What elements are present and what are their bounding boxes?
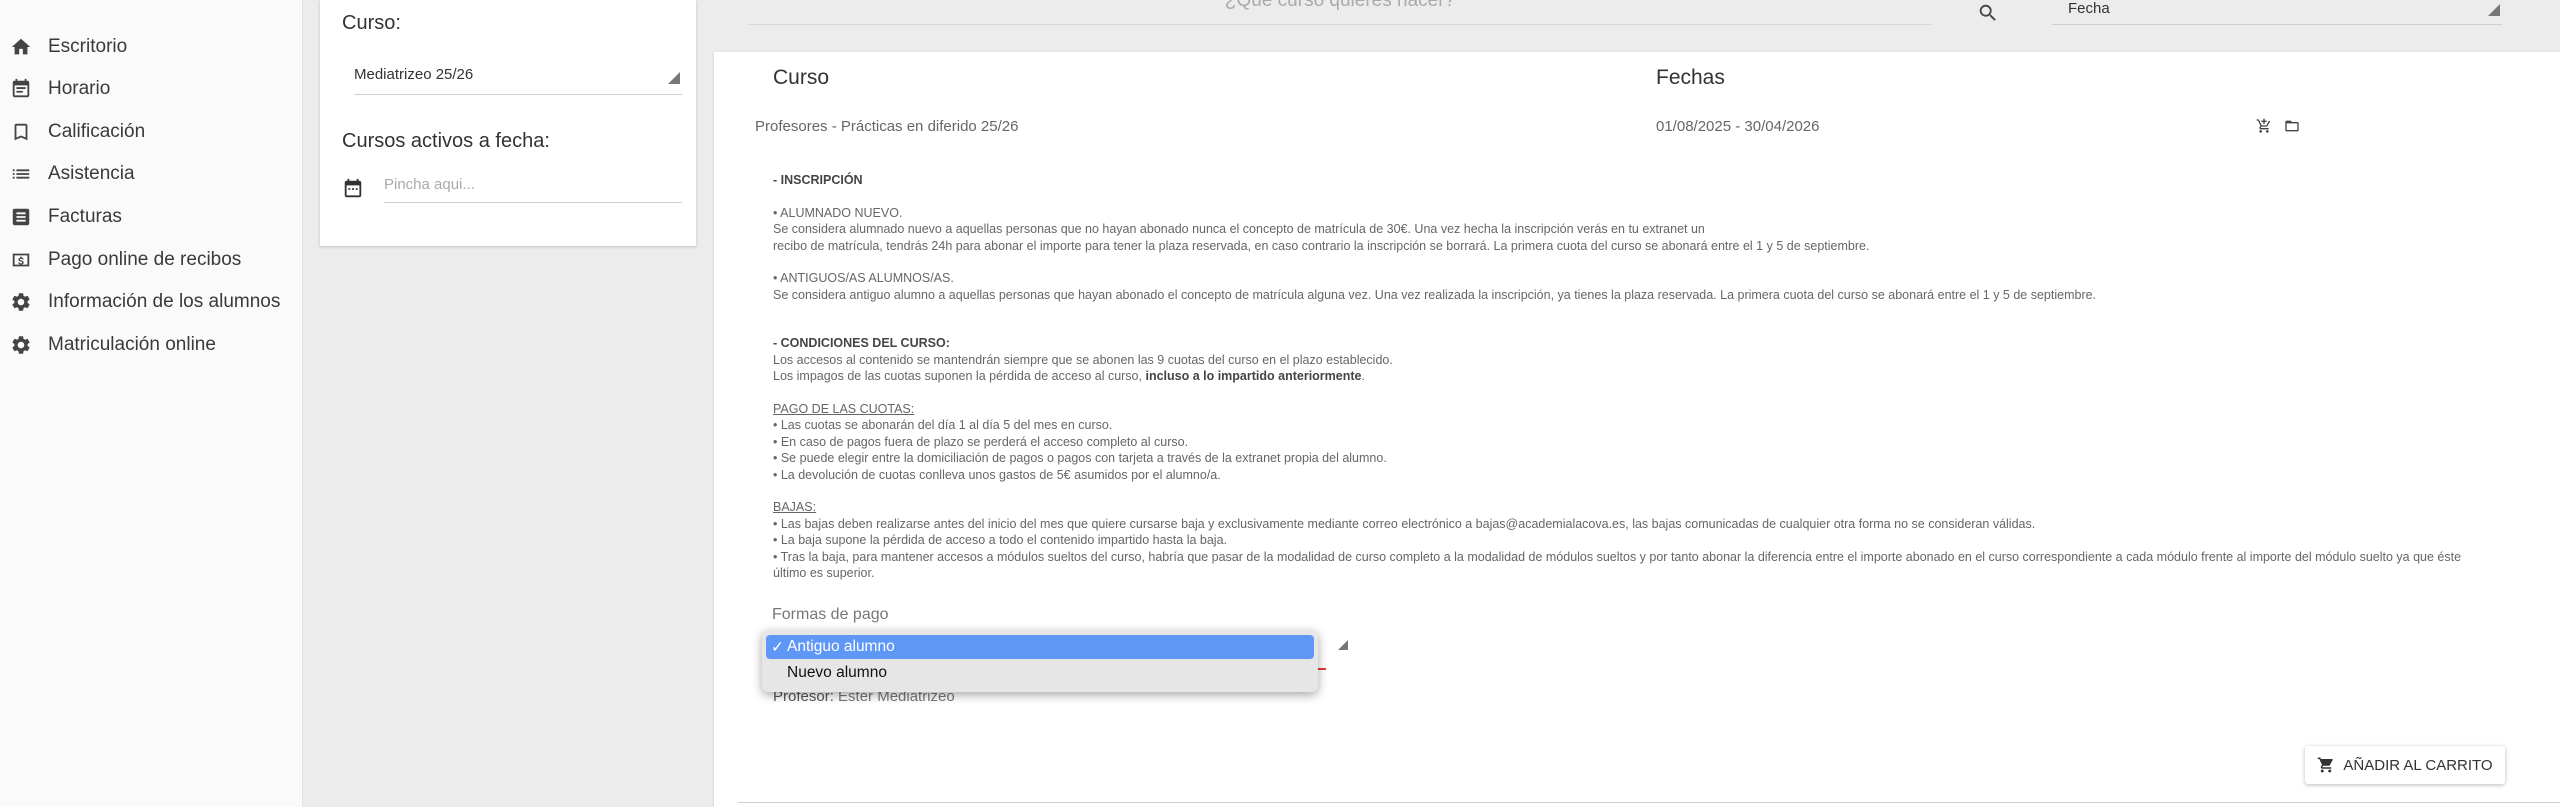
sidebar-item-label: Calificación bbox=[48, 121, 146, 142]
cart-icon bbox=[2318, 757, 2334, 773]
sidebar-item-pago-online[interactable]: Pago online de recibos bbox=[10, 245, 241, 275]
search-placeholder: ¿Qué curso quieres hacer? bbox=[1224, 0, 1456, 11]
sidebar-item-label: Pago online de recibos bbox=[48, 249, 242, 270]
pago-text-4: • La devolución de cuotas conlleva unos … bbox=[773, 467, 1221, 482]
search-input[interactable]: ¿Qué curso quieres hacer? bbox=[748, 0, 1932, 25]
condiciones-text-2: Los impagos de las cuotas suponen la pér… bbox=[773, 369, 1365, 383]
sidebar-item-label: Información de los alumnos bbox=[48, 291, 281, 312]
condiciones-title: - CONDICIONES DEL CURSO: bbox=[773, 336, 950, 350]
sidebar-item-label: Matriculación online bbox=[48, 334, 216, 355]
nuevo-title: • ALUMNADO NUEVO. bbox=[773, 205, 903, 220]
sidebar: Escritorio Horario Calificación Asistenc… bbox=[0, 0, 303, 807]
sidebar-item-calificacion[interactable]: Calificación bbox=[10, 117, 145, 147]
option-antiguo-alumno[interactable]: ✓ Antiguo alumno bbox=[766, 635, 1314, 659]
bajas-title: BAJAS: bbox=[773, 500, 817, 514]
list-icon bbox=[10, 163, 32, 185]
curso-select[interactable]: Mediatrizeo 25/26 bbox=[354, 64, 682, 95]
inscripcion-title: - INSCRIPCIÓN bbox=[773, 173, 863, 187]
antiguos-title: • ANTIGUOS/AS ALUMNOS/AS. bbox=[773, 271, 954, 285]
add-cart-icon[interactable] bbox=[2256, 118, 2272, 134]
pago-text-2: • En caso de pagos fuera de plazo se per… bbox=[773, 434, 1189, 449]
column-header-curso: Curso bbox=[773, 66, 830, 89]
cursos-activos-label: Cursos activos a fecha: bbox=[342, 130, 550, 152]
dropdown-arrow-icon bbox=[2488, 4, 2500, 16]
course-name: Profesores - Prácticas en diferido 25/26 bbox=[755, 118, 1019, 135]
receipt-icon bbox=[10, 206, 32, 228]
add-to-cart-button[interactable]: AÑADIR AL CARRITO bbox=[2305, 746, 2505, 784]
filter-card: Curso: Mediatrizeo 25/26 Cursos activos … bbox=[320, 0, 696, 246]
date-input-placeholder: Pincha aqui... bbox=[384, 176, 475, 193]
calendar-icon bbox=[342, 178, 362, 200]
antiguos-text-1: Se considera antiguo alumno a aquellas p… bbox=[773, 287, 2097, 302]
formas-pago-label: Formas de pago bbox=[772, 606, 889, 623]
pago-title: PAGO DE LAS CUOTAS: bbox=[773, 401, 915, 416]
bajas-text-2: • La baja supone la pérdida de acceso a … bbox=[773, 533, 1227, 547]
sidebar-item-asistencia[interactable]: Asistencia bbox=[10, 159, 135, 189]
search-icon[interactable] bbox=[1977, 2, 2001, 26]
pago-text-3: • Se puede elegir entre la domiciliación… bbox=[773, 451, 1387, 465]
divider bbox=[738, 802, 2560, 803]
condiciones-text-1: Los accesos al contenido se mantendrán s… bbox=[773, 352, 1393, 367]
home-icon bbox=[10, 36, 32, 58]
dropdown-arrow-icon bbox=[668, 72, 680, 84]
curso-label: Curso: bbox=[342, 12, 401, 34]
bajas-text-3: • Tras la baja, para mantener accesos a … bbox=[773, 549, 2462, 581]
formas-pago-dropdown: ✓ Antiguo alumno Nuevo alumno bbox=[762, 630, 1318, 692]
sidebar-item-horario[interactable]: Horario bbox=[10, 74, 110, 104]
sidebar-item-matriculacion[interactable]: Matriculación online bbox=[10, 330, 216, 360]
sort-select[interactable]: Fecha bbox=[2052, 0, 2502, 25]
gear-icon bbox=[10, 291, 32, 313]
pago-text-1: • Las cuotas se abonarán del día 1 al dí… bbox=[773, 418, 1113, 432]
course-description: - INSCRIPCIÓN • ALUMNADO NUEVO. Se consi… bbox=[773, 172, 2493, 582]
curso-select-value: Mediatrizeo 25/26 bbox=[354, 66, 474, 83]
course-dates: 01/08/2025 - 30/04/2026 bbox=[1656, 118, 1820, 135]
date-input[interactable]: Pincha aqui... bbox=[384, 170, 682, 203]
sidebar-item-label: Facturas bbox=[48, 206, 122, 227]
dropdown-arrow-icon bbox=[1338, 640, 1348, 650]
folder-icon[interactable] bbox=[2284, 118, 2300, 134]
nuevo-text-2: recibo de matrícula, tendrás 24h para ab… bbox=[773, 238, 1870, 253]
gear-icon bbox=[10, 334, 32, 356]
bookmark-icon bbox=[10, 121, 32, 143]
sidebar-item-facturas[interactable]: Facturas bbox=[10, 202, 122, 232]
option-nuevo-alumno[interactable]: Nuevo alumno bbox=[766, 661, 1314, 685]
sidebar-item-label: Horario bbox=[48, 78, 111, 99]
sort-select-value: Fecha bbox=[2068, 0, 2110, 17]
sidebar-item-informacion-alumnos[interactable]: Información de los alumnos bbox=[10, 287, 280, 317]
add-to-cart-label: AÑADIR AL CARRITO bbox=[2343, 756, 2493, 774]
sidebar-item-label: Escritorio bbox=[48, 36, 128, 57]
nuevo-text-1: Se considera alumnado nuevo a aquellas p… bbox=[773, 222, 1705, 236]
calendar-icon bbox=[10, 78, 32, 100]
column-header-fechas: Fechas bbox=[1656, 66, 1725, 89]
bajas-text-1: • Las bajas deben realizarse antes del i… bbox=[773, 516, 2036, 531]
money-icon bbox=[10, 249, 32, 271]
sidebar-item-escritorio[interactable]: Escritorio bbox=[10, 32, 127, 62]
sidebar-item-label: Asistencia bbox=[48, 163, 135, 184]
check-icon: ✓ bbox=[771, 638, 784, 656]
